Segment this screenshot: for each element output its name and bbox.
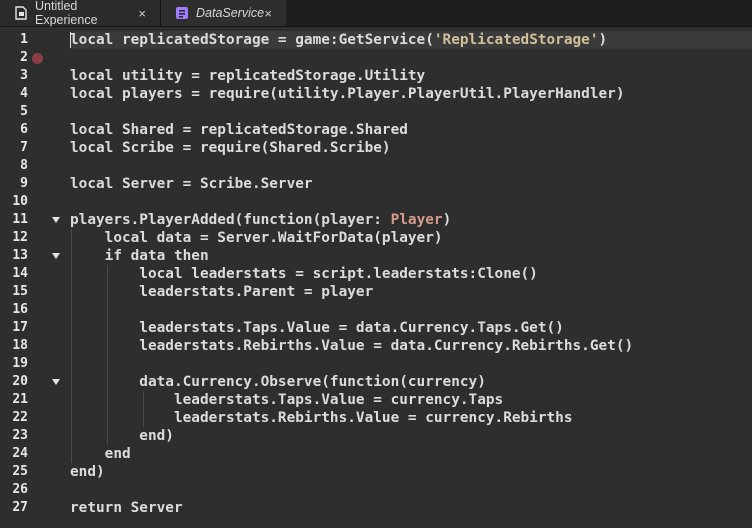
line-number: 6 [20,122,28,137]
code-line[interactable]: end) [70,463,105,481]
code-line[interactable]: return Server [70,499,183,517]
tab-bar: Untitled Experience × DataService × [0,0,752,27]
tab-label: Untitled Experience [35,0,98,27]
line-number: 3 [20,68,28,83]
line-number: 20 [12,374,28,389]
code-line[interactable]: local players = require(utility.Player.P… [70,85,625,103]
code-line[interactable]: local Shared = replicatedStorage.Shared [70,121,408,139]
code-line[interactable]: end) [70,427,174,445]
breakpoint-icon[interactable] [32,52,43,64]
line-number: 17 [12,320,28,335]
code-line[interactable]: leaderstats.Parent = player [70,283,373,301]
tab-dataservice[interactable]: DataService × [161,0,286,26]
line-number: 14 [12,266,28,281]
line-number: 13 [12,248,28,263]
line-number: 12 [12,230,28,245]
line-number: 19 [12,356,28,371]
close-icon[interactable]: × [138,6,146,21]
code-line[interactable]: local Scribe = require(Shared.Scribe) [70,139,391,157]
code-line[interactable]: local utility = replicatedStorage.Utilit… [70,67,425,85]
code-line[interactable]: data.Currency.Observe(function(currency) [70,373,486,391]
line-number-gutter[interactable]: 1 2 3 4 5 6 7 8 9 10 11 12 13 14 15 16 17 18 19 20 21 22 23 24 2… [0,27,64,528]
code-line[interactable]: leaderstats.Taps.Value = currency.Taps [70,391,503,409]
line-number: 9 [20,176,28,191]
code-line[interactable]: end [70,445,131,463]
line-number: 5 [20,104,28,119]
line-number: 21 [12,392,28,407]
line-number: 16 [12,302,28,317]
line-number: 8 [20,158,28,173]
line-number: 23 [12,428,28,443]
line-number: 26 [12,482,28,497]
fold-arrow-icon[interactable] [52,379,60,385]
line-number: 25 [12,464,28,479]
code-line[interactable]: players.PlayerAdded(function(player: Pla… [70,211,451,229]
tab-label: DataService [196,6,265,20]
line-number: 11 [12,212,28,227]
line-number: 7 [20,140,28,155]
line-number: 22 [12,410,28,425]
code-line[interactable]: local replicatedStorage = game:GetServic… [70,31,607,49]
line-number: 15 [12,284,28,299]
line-number: 18 [12,338,28,353]
line-number: 4 [20,86,28,101]
code-line[interactable]: local Server = Scribe.Server [70,175,313,193]
line-number: 27 [12,500,28,515]
fold-arrow-icon[interactable] [52,253,60,259]
tab-untitled-experience[interactable]: Untitled Experience × [0,0,161,27]
code-line[interactable]: local leaderstats = script.leaderstats:C… [70,265,538,283]
line-number: 10 [12,194,28,209]
line-number: 1 [20,32,28,47]
fold-arrow-icon[interactable] [52,217,60,223]
code-line[interactable]: local data = Server.WaitForData(player) [70,229,443,247]
code-line[interactable]: leaderstats.Rebirths.Value = data.Curren… [70,337,633,355]
code-line[interactable]: leaderstats.Taps.Value = data.Currency.T… [70,319,564,337]
document-icon [14,6,28,20]
line-number: 2 [20,50,28,65]
code-line[interactable]: leaderstats.Rebirths.Value = currency.Re… [70,409,573,427]
code-area[interactable]: local replicatedStorage = game:GetServic… [70,27,752,528]
line-number: 24 [12,446,28,461]
script-icon [175,6,189,20]
code-line[interactable]: if data then [70,247,209,265]
close-icon[interactable]: × [264,6,272,21]
code-editor[interactable]: 1 2 3 4 5 6 7 8 9 10 11 12 13 14 15 16 17 18 19 20 21 22 23 24 2… [0,27,752,528]
